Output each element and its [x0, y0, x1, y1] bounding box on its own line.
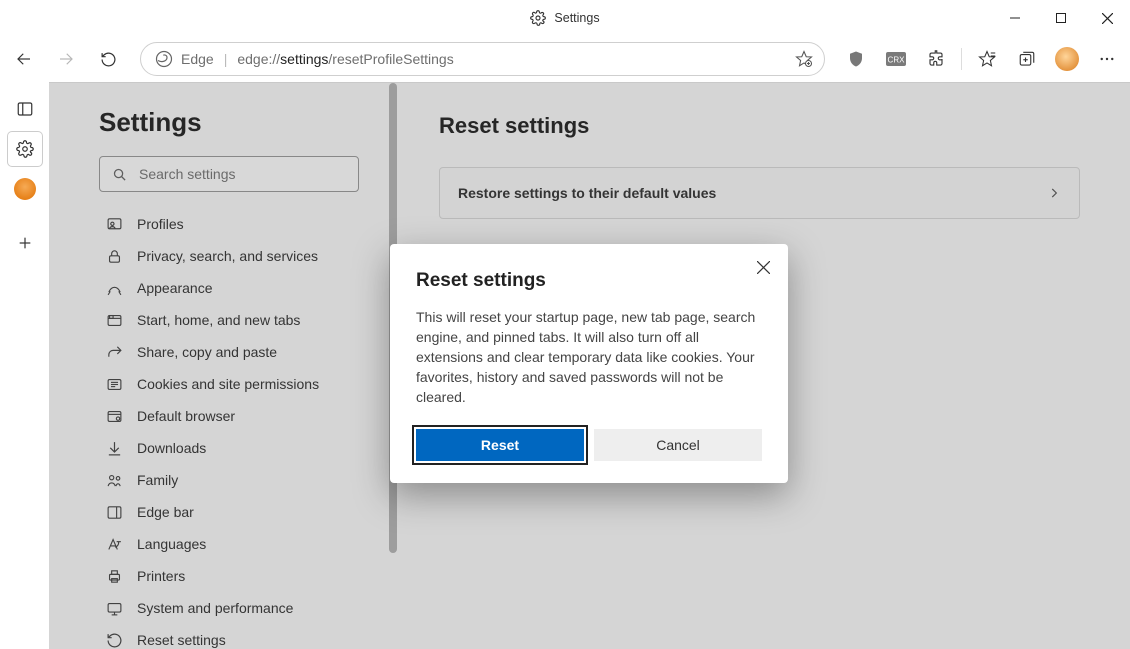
collections-icon[interactable]: [1008, 39, 1046, 79]
edge-logo-icon: [155, 50, 173, 68]
tab-actions-icon[interactable]: [8, 92, 42, 126]
address-bar[interactable]: Edge | edge://settings/resetProfileSetti…: [140, 42, 825, 76]
titlebar: Settings: [0, 0, 1130, 36]
favorites-icon[interactable]: [968, 39, 1006, 79]
vertical-tabs-bar: [0, 82, 49, 649]
dialog-title: Reset settings: [416, 270, 762, 292]
crx-icon[interactable]: CRX: [877, 39, 915, 79]
back-button[interactable]: [4, 39, 44, 79]
reset-settings-dialog: Reset settings This will reset your star…: [390, 244, 788, 483]
profile-avatar[interactable]: [1048, 39, 1086, 79]
dialog-body: This will reset your startup page, new t…: [416, 308, 762, 407]
toolbar-separator: [961, 48, 962, 70]
refresh-button[interactable]: [88, 39, 128, 79]
toolbar: Edge | edge://settings/resetProfileSetti…: [0, 36, 1130, 82]
shield-icon[interactable]: [837, 39, 875, 79]
cancel-button[interactable]: Cancel: [594, 429, 762, 461]
reset-button[interactable]: Reset: [416, 429, 584, 461]
more-icon[interactable]: [1088, 39, 1126, 79]
minimize-button[interactable]: [992, 0, 1038, 36]
window-title: Settings: [554, 11, 599, 25]
dialog-close-button[interactable]: [752, 256, 774, 278]
tab-settings[interactable]: [8, 132, 42, 166]
tab-other[interactable]: [8, 172, 42, 206]
close-window-button[interactable]: [1084, 0, 1130, 36]
maximize-button[interactable]: [1038, 0, 1084, 36]
new-tab-button[interactable]: [8, 226, 42, 260]
favorite-icon[interactable]: [790, 45, 818, 73]
svg-text:CRX: CRX: [888, 56, 906, 65]
address-separator: |: [224, 51, 228, 67]
forward-button[interactable]: [46, 39, 86, 79]
address-product: Edge: [181, 51, 214, 67]
gear-icon: [530, 10, 546, 26]
address-url: edge://settings/resetProfileSettings: [237, 51, 453, 67]
extensions-icon[interactable]: [917, 39, 955, 79]
